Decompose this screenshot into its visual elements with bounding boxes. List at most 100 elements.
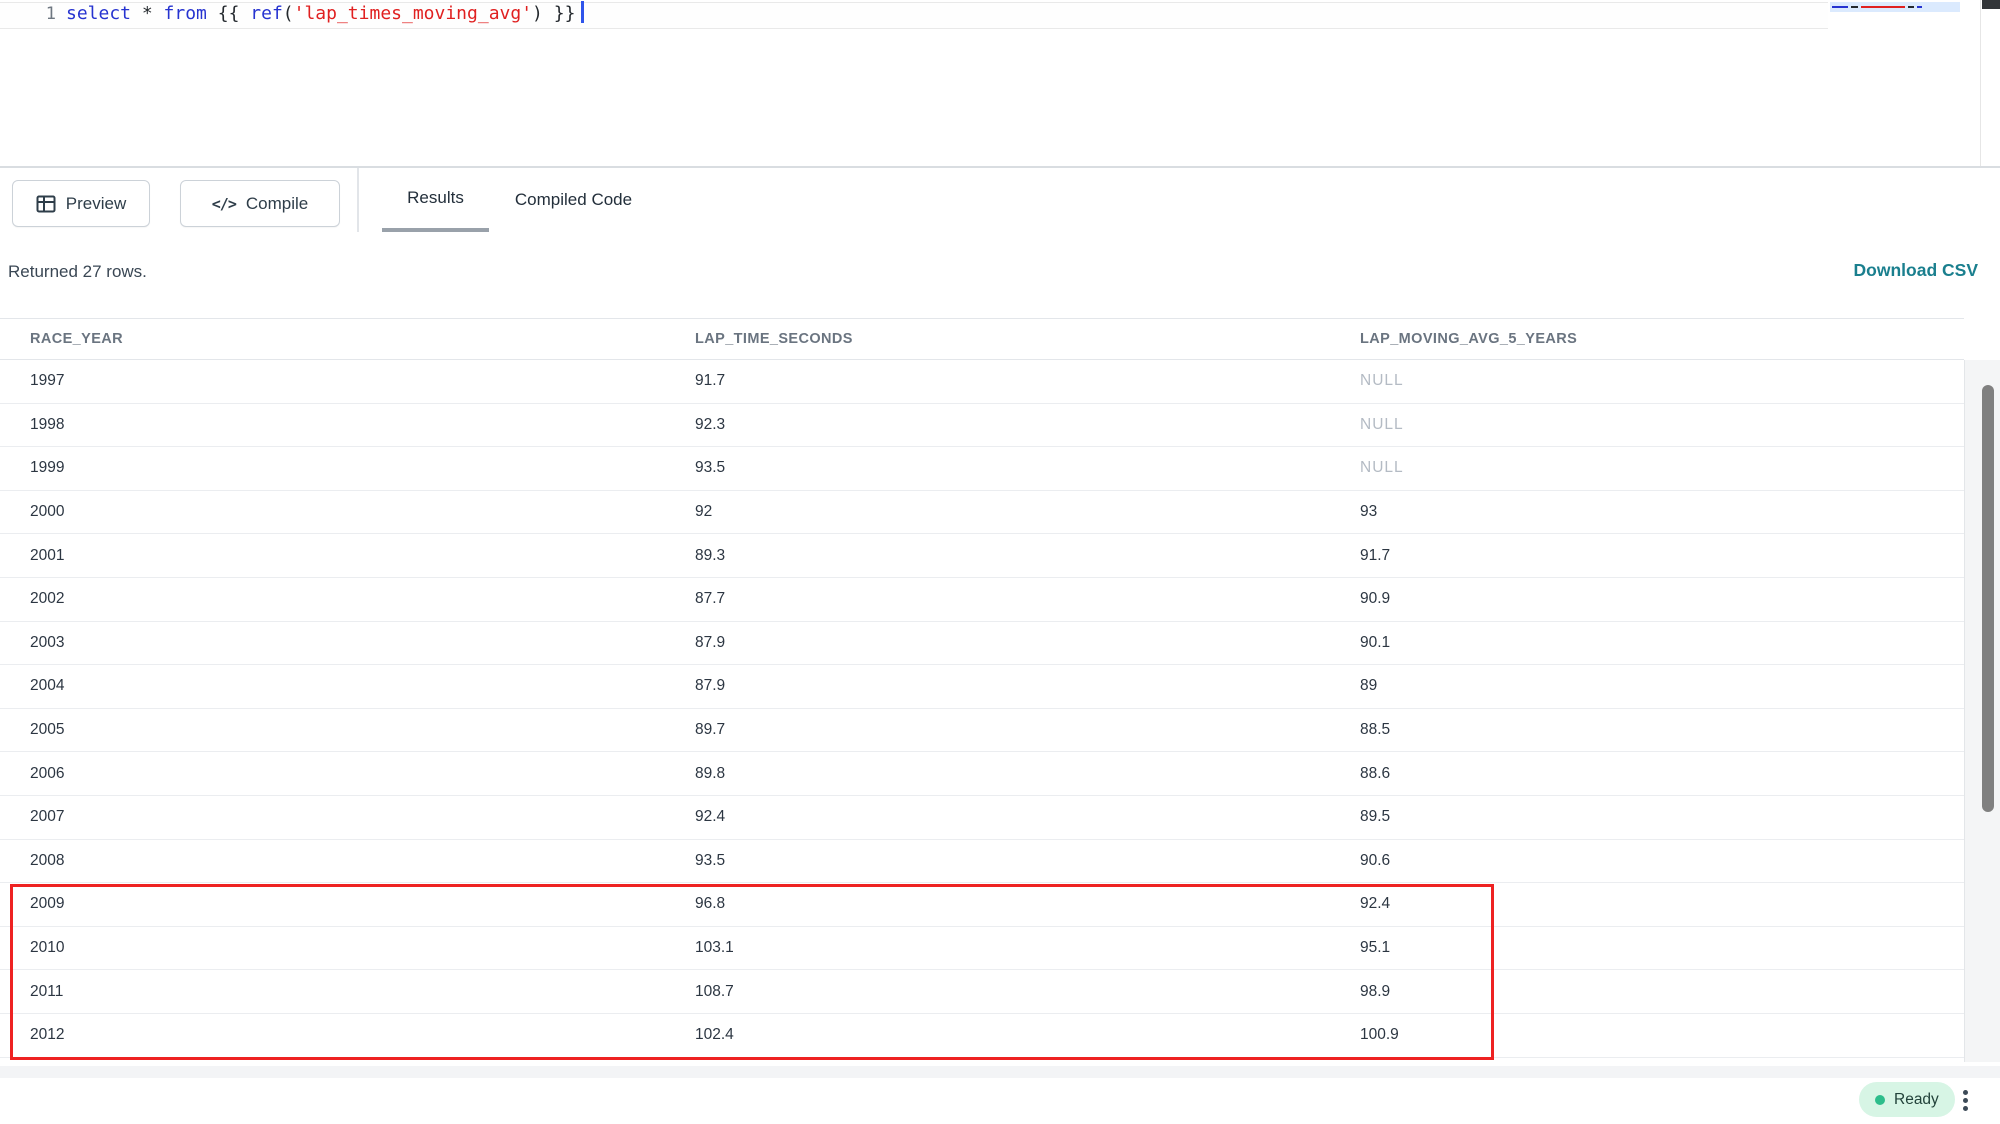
- code-token-keyword: ref: [250, 3, 283, 24]
- preview-button-label: Preview: [66, 194, 126, 214]
- cell-lap-time-seconds: 89.7: [695, 721, 1360, 739]
- column-header-lap-moving-avg-5-years: LAP_MOVING_AVG_5_YEARS: [1360, 331, 1964, 347]
- table-row: 200287.790.9: [0, 578, 1964, 622]
- cell-race-year: 1997: [30, 372, 695, 390]
- cell-lap-moving-avg-5-years: NULL: [1360, 459, 1964, 477]
- tab-results-label: Results: [407, 188, 464, 208]
- code-token-keyword: select: [66, 3, 131, 24]
- cell-race-year: 2008: [30, 852, 695, 870]
- cell-lap-time-seconds: 102.4: [695, 1026, 1360, 1044]
- table-row: 2010103.195.1: [0, 927, 1964, 971]
- cell-lap-moving-avg-5-years: 88.5: [1360, 721, 1964, 739]
- cell-lap-moving-avg-5-years: 91.7: [1360, 547, 1964, 565]
- editor-minimap-divider: [1980, 0, 1981, 166]
- ready-status-dot: [1875, 1095, 1885, 1105]
- dbt-ide-window: 1 select * from {{ ref('lap_times_moving…: [0, 0, 2000, 1124]
- kebab-menu-icon[interactable]: [1958, 1084, 1972, 1116]
- cell-lap-moving-avg-5-years: 89.5: [1360, 808, 1964, 826]
- table-row: 200792.489.5: [0, 796, 1964, 840]
- cell-lap-moving-avg-5-years: 89: [1360, 677, 1964, 695]
- cell-race-year: 2006: [30, 765, 695, 783]
- table-row: 200387.990.1: [0, 622, 1964, 666]
- cell-race-year: 2012: [30, 1026, 695, 1044]
- table-row: 200893.590.6: [0, 840, 1964, 884]
- table-row: 200487.989: [0, 665, 1964, 709]
- cell-lap-time-seconds: 92.4: [695, 808, 1360, 826]
- table-row: 199892.3NULL: [0, 404, 1964, 448]
- toolbar-divider: [357, 168, 359, 232]
- tab-compiled-code[interactable]: Compiled Code: [513, 168, 634, 232]
- code-token-plain: ): [532, 3, 543, 24]
- table-row: 200689.888.6: [0, 752, 1964, 796]
- cell-lap-time-seconds: 87.9: [695, 677, 1360, 695]
- cell-lap-moving-avg-5-years: 98.9: [1360, 983, 1964, 1001]
- cell-race-year: 1998: [30, 416, 695, 434]
- table-body: 199791.7NULL199892.3NULL199993.5NULL2000…: [0, 360, 1964, 1058]
- code-brackets-icon: </>: [212, 195, 236, 213]
- cell-lap-moving-avg-5-years: 90.1: [1360, 634, 1964, 652]
- cell-race-year: 2003: [30, 634, 695, 652]
- table-row: 200996.892.4: [0, 883, 1964, 927]
- cell-lap-time-seconds: 87.7: [695, 590, 1360, 608]
- compile-button-label: Compile: [246, 194, 308, 214]
- cell-lap-time-seconds: 93.5: [695, 852, 1360, 870]
- cell-race-year: 2004: [30, 677, 695, 695]
- results-toolbar: Preview </> Compile Results Compiled Cod…: [0, 168, 2000, 232]
- cell-race-year: 2000: [30, 503, 695, 521]
- table-row: 199791.7NULL: [0, 360, 1964, 404]
- text-cursor: [581, 1, 584, 23]
- tab-results[interactable]: Results: [382, 168, 489, 232]
- code-token-plain: (: [283, 3, 294, 24]
- panel-bottom-strip: [0, 1066, 2000, 1078]
- results-table: RACE_YEAR LAP_TIME_SECONDS LAP_MOVING_AV…: [0, 318, 1964, 1062]
- cell-race-year: 2005: [30, 721, 695, 739]
- cell-lap-moving-avg-5-years: 95.1: [1360, 939, 1964, 957]
- table-grid-icon: [36, 195, 56, 213]
- results-meta-bar: Returned 27 rows. Download CSV: [0, 232, 2000, 318]
- cell-lap-moving-avg-5-years: 90.9: [1360, 590, 1964, 608]
- code-token-string: 'lap_times_moving_avg': [294, 3, 532, 24]
- cell-lap-time-seconds: 92.3: [695, 416, 1360, 434]
- results-scrollbar-track[interactable]: [1964, 360, 2000, 1062]
- table-row: 20009293: [0, 491, 1964, 535]
- editor-line-number: 1: [0, 4, 56, 24]
- sql-editor[interactable]: 1 select * from {{ ref('lap_times_moving…: [0, 0, 2000, 166]
- cell-race-year: 2002: [30, 590, 695, 608]
- download-csv-link[interactable]: Download CSV: [1854, 260, 1978, 281]
- cell-lap-time-seconds: 92: [695, 503, 1360, 521]
- results-scrollbar-thumb[interactable]: [1982, 385, 1994, 812]
- code-token-plain: *: [131, 3, 164, 24]
- cell-lap-time-seconds: 87.9: [695, 634, 1360, 652]
- cell-lap-time-seconds: 108.7: [695, 983, 1360, 1001]
- cell-lap-moving-avg-5-years: 88.6: [1360, 765, 1964, 783]
- cell-lap-moving-avg-5-years: 93: [1360, 503, 1964, 521]
- row-count-text: Returned 27 rows.: [8, 262, 147, 282]
- cell-race-year: 2001: [30, 547, 695, 565]
- cell-lap-moving-avg-5-years: 90.6: [1360, 852, 1964, 870]
- cell-lap-moving-avg-5-years: NULL: [1360, 372, 1964, 390]
- compile-button[interactable]: </> Compile: [180, 180, 340, 227]
- cell-lap-time-seconds: 89.8: [695, 765, 1360, 783]
- code-token-keyword: from: [164, 3, 207, 24]
- table-row: 199993.5NULL: [0, 447, 1964, 491]
- editor-minimap[interactable]: [1830, 0, 1962, 160]
- cell-lap-time-seconds: 91.7: [695, 372, 1360, 390]
- editor-scrollbar-thumb[interactable]: [1982, 0, 2000, 9]
- table-row: 200589.788.5: [0, 709, 1964, 753]
- ready-status-badge[interactable]: Ready: [1859, 1082, 1955, 1117]
- preview-button[interactable]: Preview: [12, 180, 150, 227]
- cell-lap-time-seconds: 96.8: [695, 895, 1360, 913]
- cell-lap-moving-avg-5-years: 100.9: [1360, 1026, 1964, 1044]
- cell-lap-time-seconds: 103.1: [695, 939, 1360, 957]
- cell-race-year: 2010: [30, 939, 695, 957]
- cell-lap-moving-avg-5-years: NULL: [1360, 416, 1964, 434]
- sql-code-line[interactable]: select * from {{ ref('lap_times_moving_a…: [66, 3, 584, 25]
- column-header-lap-time-seconds: LAP_TIME_SECONDS: [695, 331, 1360, 347]
- table-row: 2012102.4100.9: [0, 1014, 1964, 1058]
- status-bar: Ready: [0, 1078, 2000, 1124]
- cell-race-year: 2011: [30, 983, 695, 1001]
- code-token-plain: {{: [207, 3, 250, 24]
- table-row: 200189.391.7: [0, 534, 1964, 578]
- cell-race-year: 2009: [30, 895, 695, 913]
- cell-lap-time-seconds: 93.5: [695, 459, 1360, 477]
